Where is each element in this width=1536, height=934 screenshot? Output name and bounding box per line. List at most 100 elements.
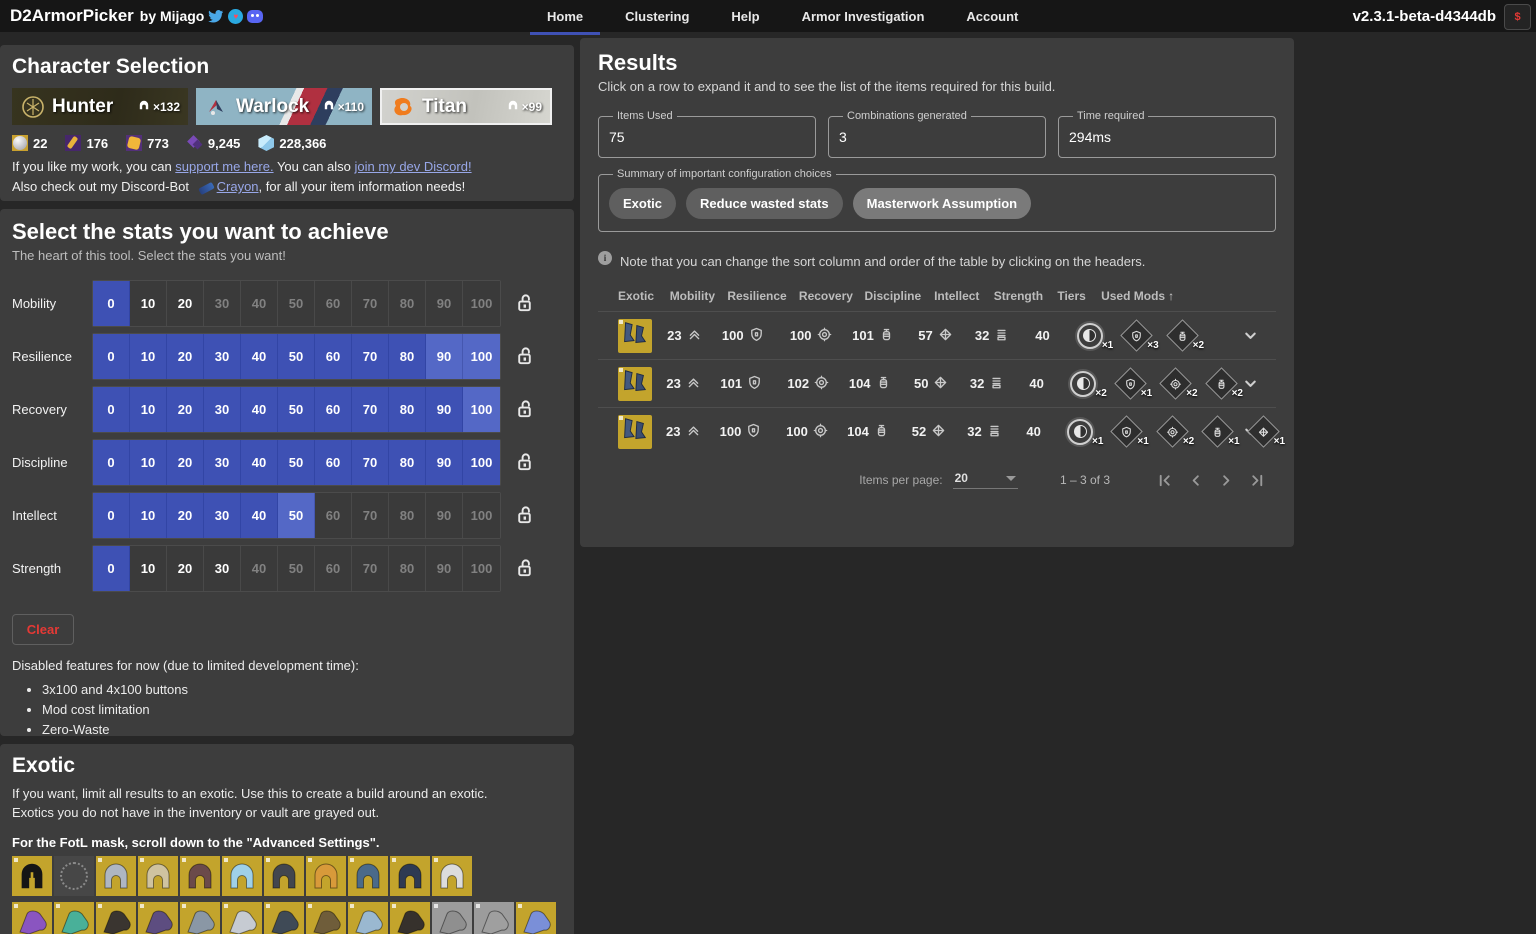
nav-item-clustering[interactable]: Clustering (604, 0, 710, 32)
expand-row-icon[interactable] (1243, 376, 1258, 391)
lock-icon[interactable] (513, 451, 536, 474)
discord-icon[interactable] (247, 10, 263, 23)
exotic-tile[interactable] (96, 902, 136, 934)
last-page-button[interactable] (1249, 472, 1266, 489)
donate-button[interactable]: $ (1504, 4, 1531, 30)
stat-tile-20[interactable]: 20 (167, 387, 204, 432)
stat-tile-60[interactable]: 60 (315, 493, 352, 538)
stat-tile-30[interactable]: 30 (204, 334, 241, 379)
exotic-tile[interactable] (138, 856, 178, 896)
exotic-tile[interactable] (390, 902, 430, 934)
stat-tile-0[interactable]: 0 (93, 493, 130, 538)
exotic-tile[interactable] (12, 902, 52, 934)
clear-button[interactable]: Clear (12, 614, 74, 645)
stat-tile-100[interactable]: 100 (463, 493, 500, 538)
exotic-tile[interactable] (516, 902, 556, 934)
class-button-warlock[interactable]: Warlock×110 (196, 88, 372, 125)
dev-discord-link[interactable]: join my dev Discord! (355, 159, 472, 174)
class-button-titan[interactable]: Titan×99 (380, 88, 552, 125)
stat-tile-70[interactable]: 70 (352, 387, 389, 432)
exotic-tile[interactable] (264, 856, 304, 896)
stat-tile-20[interactable]: 20 (167, 334, 204, 379)
stat-tile-50[interactable]: 50 (278, 493, 315, 538)
stat-tile-30[interactable]: 30 (204, 387, 241, 432)
stat-tile-100[interactable]: 100 (463, 334, 500, 379)
stat-tile-100[interactable]: 100 (463, 387, 500, 432)
stat-tile-90[interactable]: 90 (426, 546, 463, 591)
stat-tile-70[interactable]: 70 (352, 440, 389, 485)
stat-tile-80[interactable]: 80 (389, 440, 426, 485)
stat-tile-100[interactable]: 100 (463, 546, 500, 591)
stat-tile-40[interactable]: 40 (241, 387, 278, 432)
stat-tile-50[interactable]: 50 (278, 281, 315, 326)
column-header-recovery[interactable]: Recovery (799, 289, 865, 303)
stat-tile-20[interactable]: 20 (167, 546, 204, 591)
support-link[interactable]: support me here. (175, 159, 273, 174)
exotic-tile[interactable] (348, 856, 388, 896)
column-header-resilience[interactable]: Resilience (727, 289, 799, 303)
result-row[interactable]: 23100100101573240×1×3×2 (598, 311, 1276, 359)
stat-tile-40[interactable]: 40 (241, 334, 278, 379)
stat-tile-0[interactable]: 0 (93, 387, 130, 432)
lock-icon[interactable] (513, 292, 536, 315)
stat-tile-60[interactable]: 60 (315, 281, 352, 326)
stat-tile-60[interactable]: 60 (315, 334, 352, 379)
exotic-tile[interactable] (264, 902, 304, 934)
stat-tile-10[interactable]: 10 (130, 387, 167, 432)
exotic-tile[interactable] (474, 902, 514, 934)
stat-tile-40[interactable]: 40 (241, 546, 278, 591)
column-header-exotic[interactable]: Exotic (618, 289, 670, 303)
exotic-tile[interactable] (432, 856, 472, 896)
stat-tile-80[interactable]: 80 (389, 334, 426, 379)
exotic-tile[interactable] (306, 856, 346, 896)
nav-item-armor-investigation[interactable]: Armor Investigation (781, 0, 946, 32)
exotic-tile[interactable] (96, 856, 136, 896)
stat-tile-80[interactable]: 80 (389, 281, 426, 326)
exotic-tile[interactable] (138, 902, 178, 934)
stat-tile-40[interactable]: 40 (241, 281, 278, 326)
lock-icon[interactable] (513, 345, 536, 368)
nav-item-home[interactable]: Home (526, 0, 604, 32)
lock-icon[interactable] (513, 557, 536, 580)
column-header-strength[interactable]: Strength (994, 289, 1058, 303)
lock-icon[interactable] (513, 504, 536, 527)
next-page-button[interactable] (1218, 472, 1235, 489)
exotic-tile[interactable] (222, 902, 262, 934)
stat-tile-80[interactable]: 80 (389, 387, 426, 432)
first-page-button[interactable] (1156, 472, 1173, 489)
stat-tile-100[interactable]: 100 (463, 281, 500, 326)
stat-tile-60[interactable]: 60 (315, 440, 352, 485)
previous-page-button[interactable] (1187, 472, 1204, 489)
exotic-tile[interactable] (306, 902, 346, 934)
stat-tile-60[interactable]: 60 (315, 546, 352, 591)
stat-tile-30[interactable]: 30 (204, 281, 241, 326)
stat-tile-0[interactable]: 0 (93, 546, 130, 591)
twitter-icon[interactable] (208, 8, 224, 24)
exotic-tile[interactable] (180, 902, 220, 934)
stat-tile-30[interactable]: 30 (204, 546, 241, 591)
result-row[interactable]: 23101102104503240×2×1×2×2 (598, 359, 1276, 407)
stat-tile-10[interactable]: 10 (130, 281, 167, 326)
column-header-intellect[interactable]: Intellect (934, 289, 994, 303)
config-chip-exotic[interactable]: Exotic (609, 188, 676, 219)
result-row[interactable]: 23100100104523240×1×1×2×1×1 (598, 407, 1276, 455)
lock-icon[interactable] (513, 398, 536, 421)
exotic-none-slot[interactable] (54, 856, 94, 896)
stat-tile-100[interactable]: 100 (463, 440, 500, 485)
class-button-hunter[interactable]: Hunter×132 (12, 88, 188, 125)
column-header-discipline[interactable]: Discipline (865, 289, 935, 303)
exotic-tile[interactable] (12, 856, 52, 896)
stat-tile-90[interactable]: 90 (426, 281, 463, 326)
exotic-tile[interactable] (432, 902, 472, 934)
stat-tile-0[interactable]: 0 (93, 334, 130, 379)
stat-tile-50[interactable]: 50 (278, 440, 315, 485)
column-header-used-mods[interactable]: Used Mods↑ (1101, 289, 1276, 303)
stat-tile-0[interactable]: 0 (93, 440, 130, 485)
stat-tile-10[interactable]: 10 (130, 546, 167, 591)
crayon-link[interactable]: Crayon (217, 179, 259, 194)
stat-tile-60[interactable]: 60 (315, 387, 352, 432)
expand-row-icon[interactable] (1243, 328, 1258, 343)
stat-tile-0[interactable]: 0 (93, 281, 130, 326)
exotic-tile[interactable] (390, 856, 430, 896)
config-chip-reduce-wasted-stats[interactable]: Reduce wasted stats (686, 188, 843, 219)
